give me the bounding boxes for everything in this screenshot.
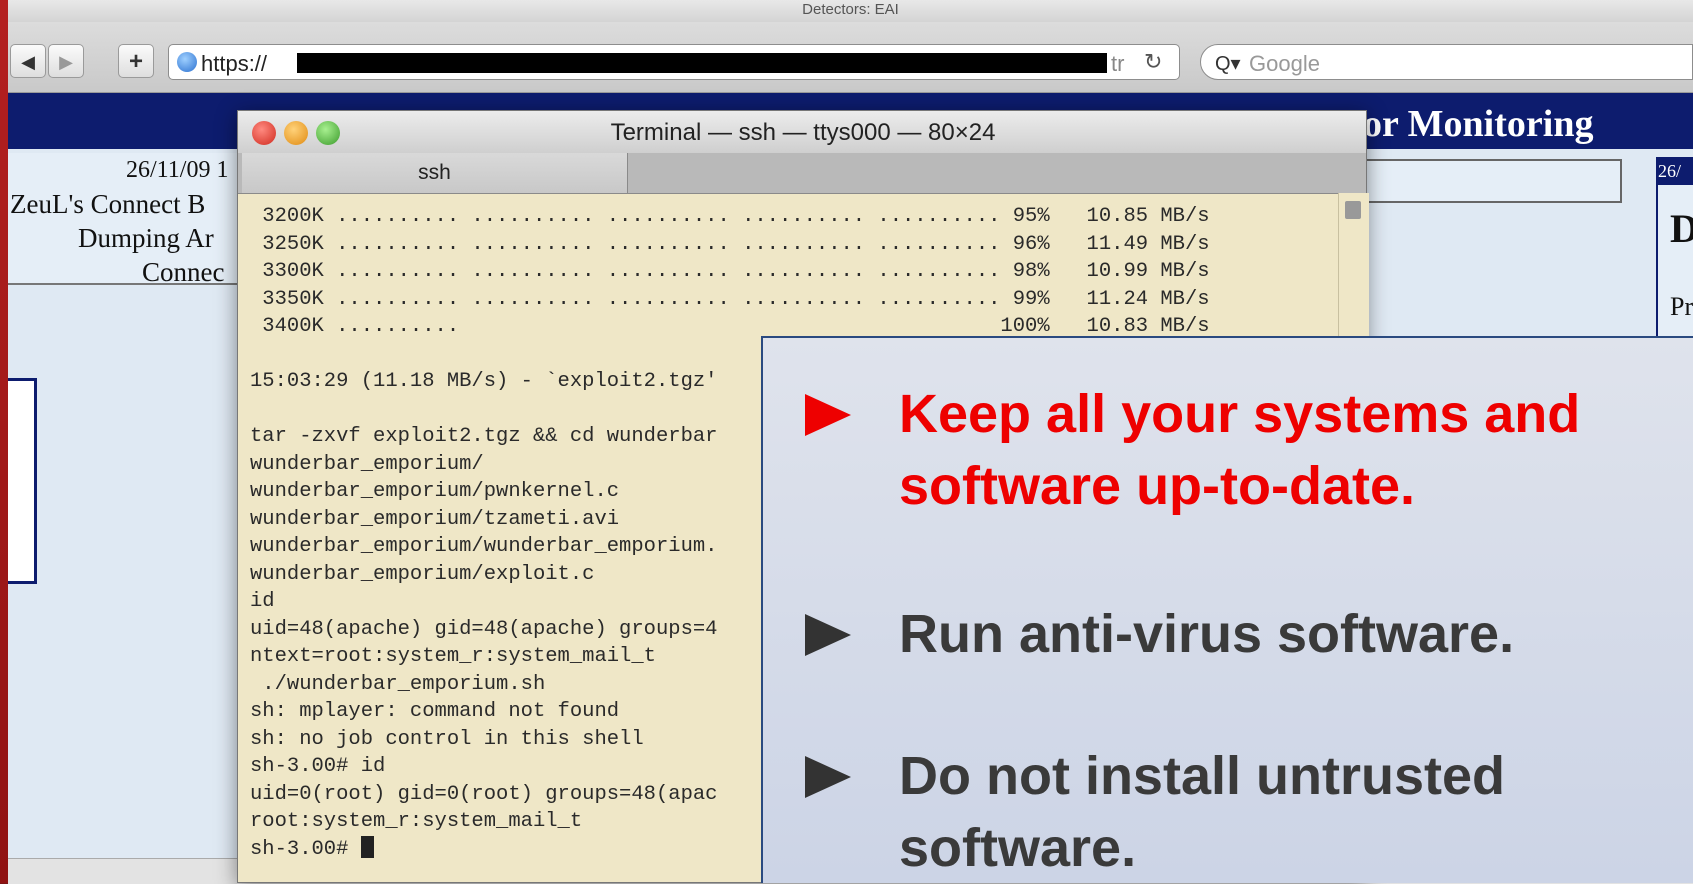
terminal-line: 3300K .......... .......... .......... .…	[250, 260, 1210, 283]
scroll-handle-icon[interactable]	[1345, 201, 1361, 219]
terminal-line: 3350K .......... .......... .......... .…	[250, 287, 1210, 311]
panel-line-2: Dumping Ar	[78, 223, 214, 253]
triangle-bullet-icon	[805, 614, 851, 656]
terminal-titlebar[interactable]: Terminal — ssh — ttys000 — 80×24	[238, 111, 1366, 154]
terminal-line: 3250K .......... .......... .......... .…	[250, 232, 1210, 256]
url-suffix: tr	[1111, 51, 1125, 76]
back-arrow-icon: ◀	[21, 52, 35, 72]
panel-line-3: Connec	[142, 257, 225, 287]
globe-icon	[177, 52, 197, 72]
window-title: Detectors: EAI	[802, 1, 899, 16]
url-prefix: https://	[201, 51, 268, 76]
terminal-tabbar: ssh	[238, 153, 1366, 194]
bullet-2-text: Run anti-virus software.	[899, 604, 1515, 664]
cursor-block	[360, 835, 374, 858]
slide-overlay: Keep all your systems and software up-to…	[761, 336, 1693, 883]
right-date: 26/	[1658, 157, 1693, 185]
left-box	[8, 378, 37, 584]
page-title: or Monitoring	[1363, 103, 1594, 145]
forward-button[interactable]: ▶	[48, 44, 84, 78]
back-button[interactable]: ◀	[10, 44, 46, 78]
left-info-panel: 26/11/09 1 ZeuL's Connect B Dumping Ar C…	[8, 153, 248, 287]
search-placeholder: Google	[1249, 51, 1320, 76]
terminal-line: 3200K .......... .......... .......... .…	[250, 205, 1210, 228]
add-bookmark-button[interactable]: +	[118, 44, 154, 78]
plus-icon: +	[128, 48, 143, 75]
triangle-bullet-icon	[805, 756, 851, 798]
search-icon: Q▾	[1215, 53, 1241, 75]
panel-line-1: ZeuL's Connect B	[10, 189, 206, 219]
window-titlebar: Detectors: EAI	[8, 0, 1693, 22]
bullet-3-text: Do not install untrusted software.	[899, 746, 1505, 878]
tab-ssh[interactable]: ssh	[242, 153, 628, 193]
bullet-1-text: Keep all your systems and software up-to…	[899, 384, 1581, 516]
forward-arrow-icon: ▶	[59, 52, 73, 72]
redacted-url	[297, 53, 1107, 73]
panel-date: 26/11/09 1	[126, 157, 229, 183]
search-field[interactable]: Q▾ Google	[1200, 44, 1693, 80]
reload-icon[interactable]: ↻	[1144, 49, 1162, 75]
address-bar[interactable]: https:// tr ↻	[168, 44, 1180, 80]
browser-toolbar: ◀ ▶ + https:// tr ↻ Q▾ Google	[8, 22, 1693, 93]
right-text: Pr	[1670, 292, 1693, 321]
terminal-title: Terminal — ssh — ttys000 — 80×24	[610, 119, 996, 146]
triangle-bullet-icon	[805, 394, 851, 436]
right-heading: D	[1670, 206, 1693, 251]
